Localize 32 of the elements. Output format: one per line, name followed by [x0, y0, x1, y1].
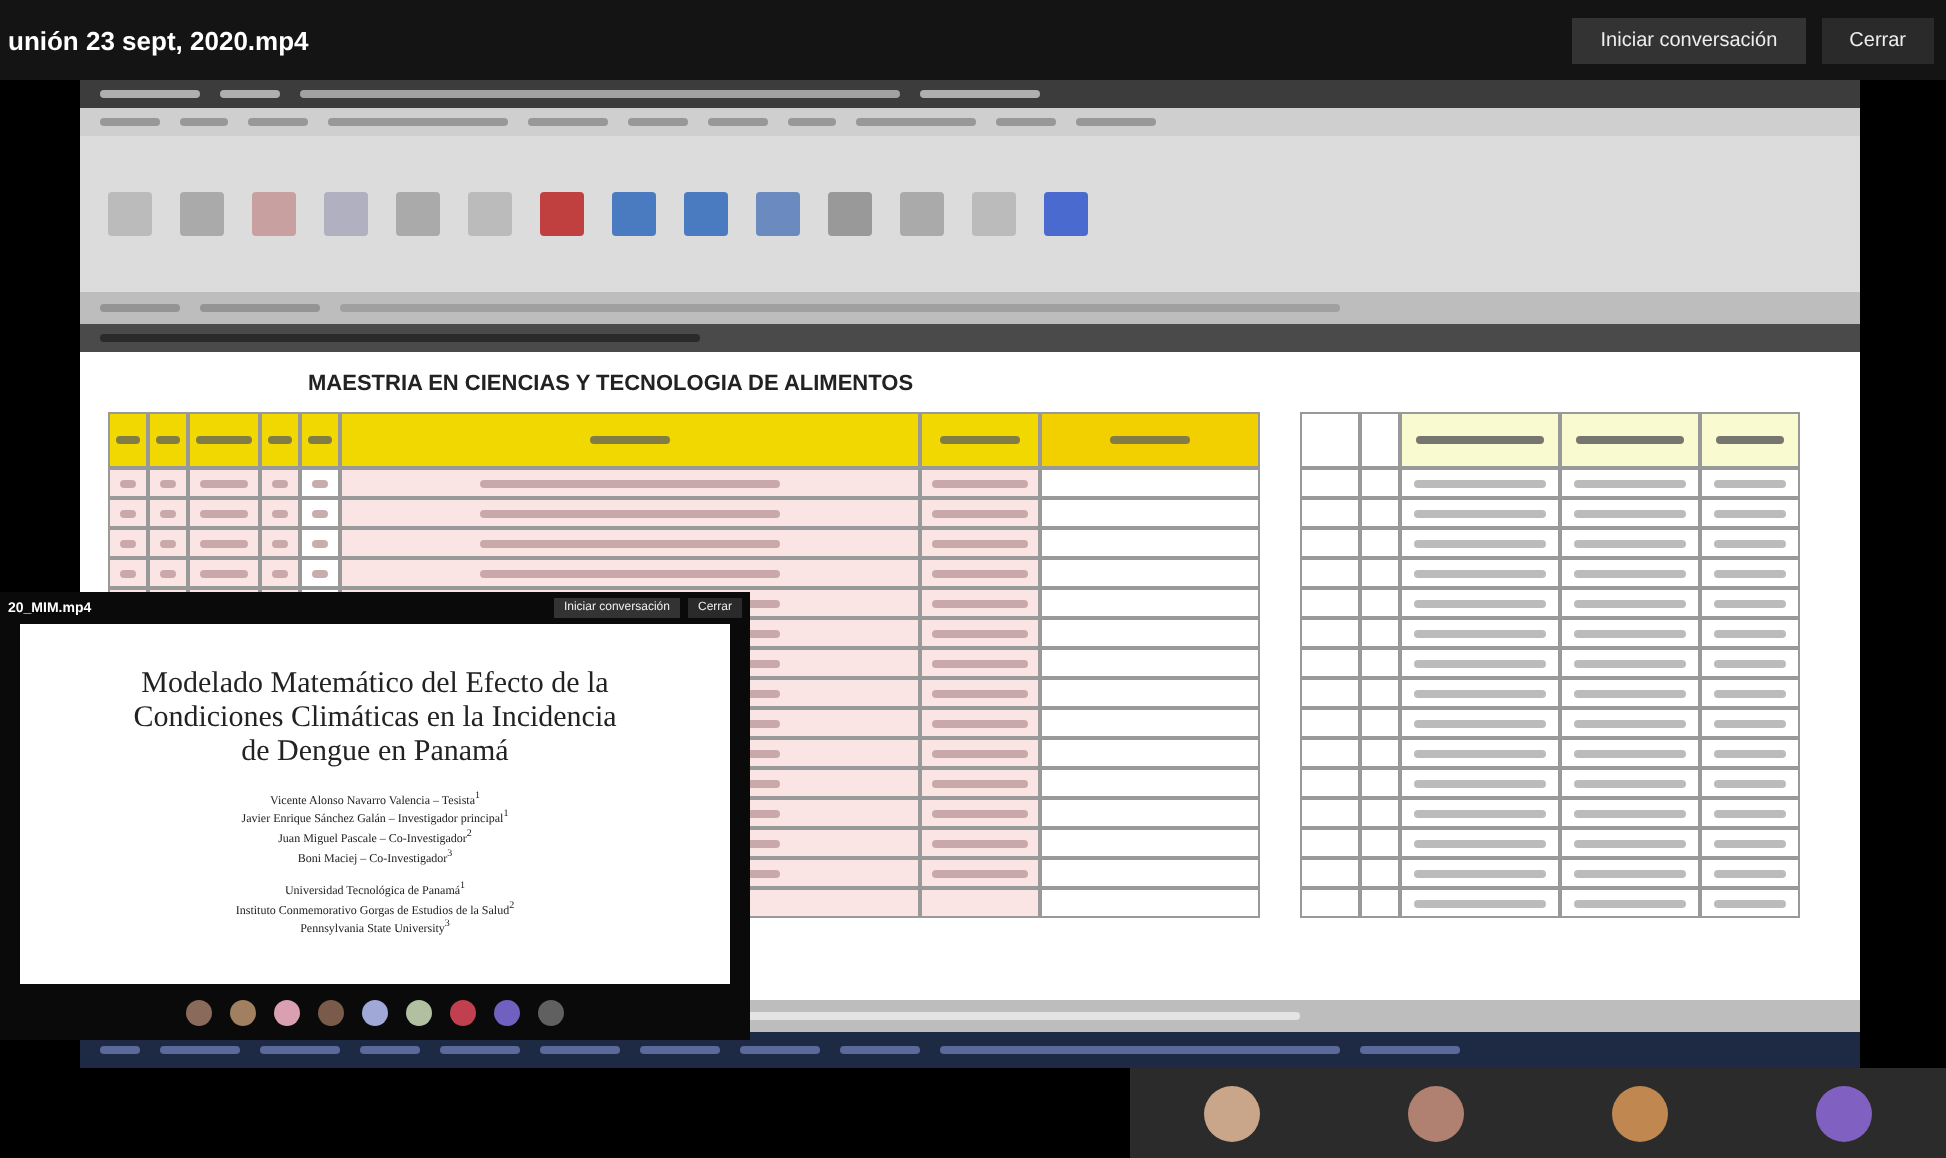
avatar-icon	[1816, 1085, 1872, 1141]
ribbon-tool-icon[interactable]	[972, 192, 1016, 236]
ribbon-tool-icon[interactable]	[468, 192, 512, 236]
ribbon-tool-icon[interactable]	[756, 192, 800, 236]
ribbon-tool-icon[interactable]	[828, 192, 872, 236]
ribbon-tool-icon[interactable]	[108, 192, 152, 236]
avatar-icon	[1204, 1085, 1260, 1141]
video-title: unión 23 sept, 2020.mp4	[8, 25, 311, 55]
avatar-icon	[1612, 1085, 1668, 1141]
avatar-icon	[186, 999, 212, 1025]
avatar-icon	[1408, 1085, 1464, 1141]
ribbon-tool-icon[interactable]	[612, 192, 656, 236]
ribbon-tool-icon[interactable]	[1044, 192, 1088, 236]
header-button[interactable]: Cerrar	[1821, 17, 1934, 63]
avatar-icon	[450, 999, 476, 1025]
avatar-icon	[318, 999, 344, 1025]
ribbon-tool-icon[interactable]	[900, 192, 944, 236]
ribbon-tool-icon[interactable]	[396, 192, 440, 236]
sheet-title: MAESTRIA EN CIENCIAS Y TECNOLOGIA DE ALIMENTOS	[306, 370, 916, 400]
ribbon-tool-icon[interactable]	[180, 192, 224, 236]
ribbon-tool-icon[interactable]	[324, 192, 368, 236]
avatar-icon	[362, 999, 388, 1025]
ribbon-tool-icon[interactable]	[684, 192, 728, 236]
ribbon-tool-icon[interactable]	[540, 192, 584, 236]
slide-title: Modelado Matemático del Efecto de la Condiciones Climáticas en la Incidencia de Dengue en Panamá	[131, 667, 619, 772]
ribbon-tool-icon[interactable]	[252, 192, 296, 236]
avatar-icon	[274, 999, 300, 1025]
avatar-icon	[406, 999, 432, 1025]
avatar-icon	[538, 999, 564, 1025]
avatar-icon	[230, 999, 256, 1025]
header-button[interactable]: Iniciar conversación	[1572, 17, 1806, 63]
avatar-icon	[494, 999, 520, 1025]
